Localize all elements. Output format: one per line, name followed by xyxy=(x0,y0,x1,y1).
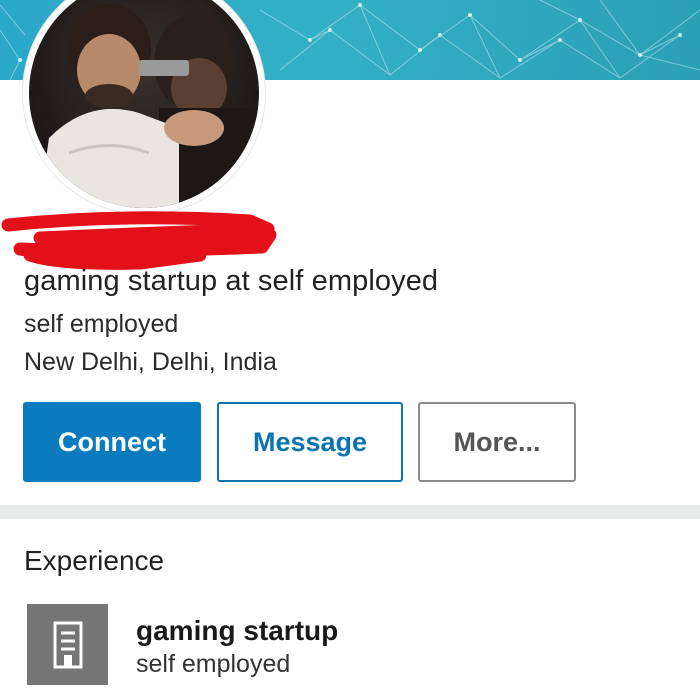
avatar-photo xyxy=(29,0,259,208)
message-button[interactable]: Message xyxy=(217,402,403,482)
experience-title[interactable]: gaming startup xyxy=(136,615,338,647)
experience-section-title: Experience xyxy=(24,545,165,576)
connect-button[interactable]: Connect xyxy=(23,402,201,482)
building-icon xyxy=(53,621,82,668)
experience-company: self employed xyxy=(136,650,291,678)
profile-company: self employed xyxy=(24,310,179,338)
profile-location: New Delhi, Delhi, India xyxy=(24,348,277,376)
section-divider xyxy=(0,505,700,519)
profile-avatar[interactable] xyxy=(23,0,265,214)
experience-company-logo[interactable] xyxy=(27,604,108,685)
profile-headline: gaming startup at self employed xyxy=(24,265,439,297)
more-button[interactable]: More... xyxy=(418,402,576,482)
